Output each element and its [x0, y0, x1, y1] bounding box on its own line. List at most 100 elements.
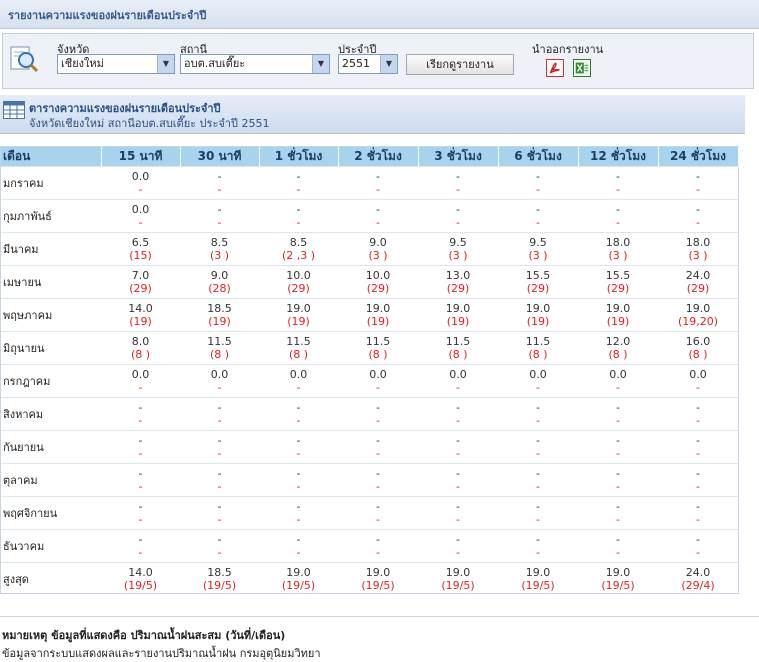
rainfall-value: 8.0	[131, 335, 150, 348]
column-header: 1 ชั่วโมง	[259, 147, 339, 167]
rainfall-cell: 11.5 (8 )	[498, 331, 578, 365]
rainfall-cell: --	[338, 199, 418, 233]
rainfall-value: 15.5	[525, 269, 551, 282]
rainfall-value: -	[456, 467, 460, 480]
rainfall-date: (3 )	[608, 249, 628, 262]
rainfall-date: -	[696, 513, 700, 526]
rainfall-date: (19,20)	[677, 315, 719, 328]
rainfall-date: -	[138, 381, 143, 394]
rainfall-date: (8 )	[130, 348, 151, 361]
rainfall-date: -	[217, 546, 222, 559]
rainfall-date: (3 )	[209, 249, 230, 262]
rainfall-date: -	[456, 513, 460, 526]
view-report-button[interactable]: เรียกดูรายงาน	[406, 54, 514, 75]
column-header: 3 ชั่วโมง	[418, 147, 499, 167]
rainfall-date: -	[456, 546, 460, 559]
rainfall-date: (3 )	[448, 249, 468, 262]
rainfall-date: -	[696, 381, 700, 394]
rainfall-date: -	[376, 480, 380, 493]
column-header: เดือน	[1, 147, 102, 167]
rainfall-cell: --	[180, 397, 259, 431]
rainfall-date: -	[456, 414, 460, 427]
rainfall-date: -	[616, 480, 620, 493]
rainfall-date: (19)	[606, 315, 630, 328]
rainfall-cell: --	[418, 463, 498, 497]
table-row: ตุลาคม - - - - - - - - - - - - - - - -	[1, 463, 738, 497]
rainfall-value: 11.5	[286, 335, 311, 348]
rainfall-value: 18.5	[207, 566, 232, 579]
rainfall-value: 24.0	[685, 566, 711, 579]
rainfall-cell: --	[578, 199, 658, 233]
chevron-down-icon[interactable]: ▼	[157, 55, 174, 73]
rainfall-value: -	[376, 170, 380, 183]
rainfall-cell: 0.0-	[101, 199, 180, 233]
province-select[interactable]: เชียงใหม่ ▼	[57, 54, 175, 74]
rainfall-value: -	[536, 434, 540, 447]
rainfall-cell: 9.0 (28)	[180, 265, 259, 299]
rainfall-cell: 10.0 (29)	[259, 265, 338, 299]
table-header-row: เดือน 15 นาที 30 นาที 1 ชั่วโมง 2 ชั่วโม…	[1, 147, 739, 167]
column-header: 15 นาที	[101, 147, 181, 167]
rainfall-value: -	[138, 500, 143, 513]
rainfall-date: (29)	[366, 282, 390, 295]
rainfall-cell: --	[658, 430, 738, 464]
rainfall-date: -	[376, 183, 380, 196]
chevron-down-icon[interactable]: ▼	[312, 55, 329, 73]
rainfall-cell: --	[101, 430, 180, 464]
rainfall-value: -	[138, 467, 143, 480]
rainfall-value: -	[456, 533, 460, 546]
chevron-down-icon[interactable]: ▼	[380, 55, 397, 73]
rainfall-value: 19.0	[685, 302, 711, 315]
rainfall-date: -	[536, 480, 540, 493]
rainfall-cell: --	[180, 496, 259, 530]
table-row: กุมภาพันธ์ 0.0- - - - - - - - - - - - - - -	[1, 199, 738, 233]
rainfall-cell: 0.0-	[418, 364, 498, 398]
rainfall-date: -	[296, 480, 301, 493]
rainfall-value: 9.5	[529, 236, 547, 249]
rainfall-date: -	[138, 447, 143, 460]
rainfall-value: -	[616, 434, 620, 447]
rainfall-cell: 6.5 (15)	[101, 232, 180, 266]
rainfall-value: 0.0	[210, 368, 229, 381]
rainfall-cell: --	[259, 463, 338, 497]
rainfall-cell: --	[338, 166, 418, 200]
rainfall-value: 19.0	[445, 302, 471, 315]
rainfall-cell: --	[498, 397, 578, 431]
rainfall-date: -	[616, 216, 620, 229]
rainfall-date: -	[696, 414, 700, 427]
excel-icon[interactable]	[573, 59, 591, 77]
rainfall-value: -	[456, 434, 460, 447]
year-select[interactable]: 2551 ▼	[338, 54, 398, 74]
rainfall-value: 0.0	[529, 368, 547, 381]
station-value: อบต.สบเตี๊ยะ	[184, 57, 246, 70]
pdf-icon[interactable]	[546, 59, 564, 77]
rainfall-value: -	[376, 467, 380, 480]
rainfall-value: -	[536, 203, 540, 216]
rainfall-date: (19/5)	[441, 579, 475, 592]
rainfall-cell: 0.0-	[498, 364, 578, 398]
rainfall-date: -	[296, 183, 301, 196]
rainfall-value: 10.0	[286, 269, 311, 282]
column-header: 12 ชั่วโมง	[578, 147, 659, 167]
rainfall-cell: 16.0 (8 )	[658, 331, 738, 365]
column-header: 24 ชั่วโมง	[658, 147, 739, 167]
month-cell: มิถุนายน	[1, 331, 101, 365]
rainfall-cell: --	[338, 430, 418, 464]
rainfall-cell: 11.5 (8 )	[180, 331, 259, 365]
rainfall-cell: 0.0-	[180, 364, 259, 398]
rainfall-cell: --	[578, 430, 658, 464]
rainfall-date: (19/5)	[123, 579, 158, 592]
rainfall-value: -	[696, 533, 700, 546]
rainfall-value: 15.5	[605, 269, 631, 282]
month-cell: ธันวาคม	[1, 529, 101, 563]
table-row: พฤศจิกายน - - - - - - - - - - - - - - - -	[1, 496, 738, 530]
rainfall-date: (19/5)	[601, 579, 635, 592]
rainfall-cell: 19.0 (19)	[338, 298, 418, 332]
rainfall-cell: --	[101, 463, 180, 497]
rainfall-date: -	[138, 546, 143, 559]
rainfall-value: -	[456, 203, 460, 216]
rainfall-date: -	[616, 513, 620, 526]
rainfall-date: (19)	[446, 315, 470, 328]
rainfall-value: -	[376, 533, 380, 546]
station-select[interactable]: อบต.สบเตี๊ยะ ▼	[180, 54, 330, 74]
